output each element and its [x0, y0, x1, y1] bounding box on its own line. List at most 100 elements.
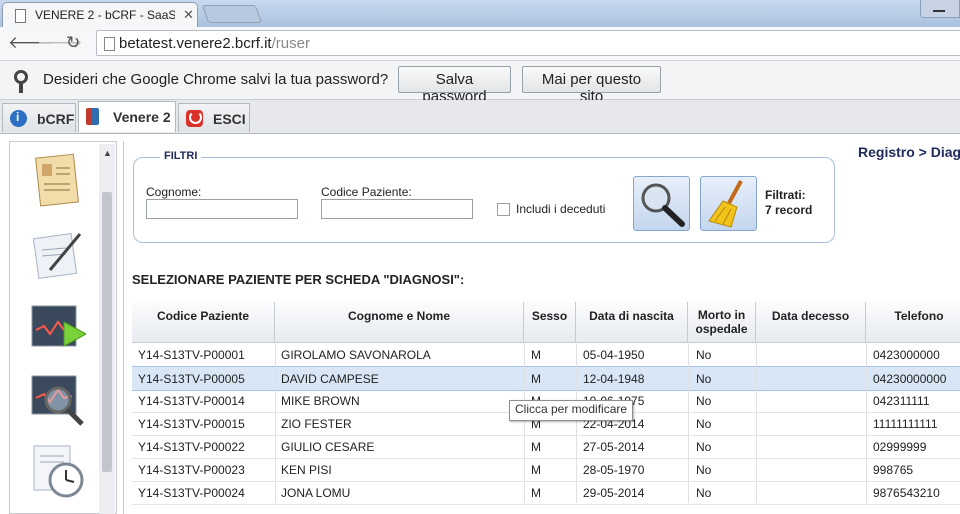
- url-text: betatest.venere2.bcrf.it/ruser: [119, 35, 310, 52]
- table-cell: Y14-S13TV-P00005: [138, 372, 245, 386]
- password-infobar: Desideri che Google Chrome salvi la tua …: [0, 61, 960, 105]
- table-cell: M: [531, 348, 541, 362]
- browser-toolbar: 🡐 🡒 ↻ betatest.venere2.bcrf.it/ruser: [0, 27, 960, 61]
- tooltip: Clicca per modificare: [509, 400, 634, 421]
- col-header-birthdate[interactable]: Data di nascita: [576, 302, 688, 342]
- page-icon: [104, 37, 115, 51]
- schedule-clock-icon[interactable]: [30, 444, 86, 500]
- browser-tab-strip: VENERE 2 - bCRF - SaaS ap ✕: [0, 0, 960, 27]
- table-cell: Y14-S13TV-P00023: [138, 463, 245, 477]
- table-cell: 04230000000: [873, 372, 947, 386]
- scrollbar-thumb[interactable]: [102, 192, 112, 472]
- table-cell: M: [531, 440, 541, 454]
- table-cell: No: [696, 463, 712, 477]
- table-cell: No: [696, 486, 712, 500]
- address-bar[interactable]: betatest.venere2.bcrf.it/ruser: [96, 30, 960, 56]
- table-cell: No: [696, 348, 712, 362]
- table-cell: JONA LOMU: [281, 486, 351, 500]
- breadcrumb: Registro > Diag: [858, 144, 960, 160]
- search-button[interactable]: [633, 176, 690, 231]
- table-cell: ZIO FESTER: [281, 417, 352, 431]
- table-cell: M: [531, 463, 541, 477]
- table-cell: No: [696, 394, 712, 408]
- col-header-death-date[interactable]: Data decesso: [756, 302, 866, 342]
- table-cell: 28-05-1970: [583, 463, 645, 477]
- table-cell: Y14-S13TV-P00022: [138, 440, 245, 454]
- column-divider: [576, 342, 577, 503]
- table-cell: 27-05-2014: [583, 440, 645, 454]
- table-cell: GIULIO CESARE: [281, 440, 375, 454]
- new-tab-button[interactable]: [201, 5, 263, 23]
- table-cell: 0423000000: [873, 348, 940, 362]
- browser-tab-title: VENERE 2 - bCRF - SaaS ap: [35, 8, 175, 22]
- app-tab-bar: i bCRF Venere 2 ESCI: [0, 100, 960, 134]
- table-cell: M: [531, 372, 541, 386]
- table-cell: DAVID CAMPESE: [281, 372, 379, 386]
- table-row[interactable]: Y14-S13TV-P00022 GIULIO CESARE M 27-05-2014…: [132, 435, 960, 459]
- info-icon: i: [10, 110, 27, 127]
- table-cell: No: [696, 440, 712, 454]
- tab-venere2[interactable]: Venere 2: [78, 101, 176, 132]
- book-icon: [86, 108, 99, 125]
- close-tab-icon[interactable]: ✕: [183, 7, 194, 23]
- col-header-sex[interactable]: Sesso: [524, 302, 576, 342]
- table-cell: MIKE BROWN: [281, 394, 360, 408]
- table-cell: 11111111111: [873, 417, 938, 431]
- selection-title: SELEZIONARE PAZIENTE PER SCHEDA "DIAGNOS…: [132, 272, 465, 287]
- table-cell: M: [531, 486, 541, 500]
- table-cell: Y14-S13TV-P00024: [138, 486, 245, 500]
- filter-legend: FILTRI: [160, 150, 202, 162]
- table-row[interactable]: Y14-S13TV-P00005 DAVID CAMPESE M 12-04-1948…: [132, 366, 960, 391]
- sign-document-icon[interactable]: [30, 226, 86, 282]
- clear-filters-button[interactable]: [700, 176, 757, 231]
- col-header-code[interactable]: Codice Paziente: [132, 302, 275, 342]
- table-cell: 05-04-1950: [583, 348, 645, 362]
- password-message: Desideri che Google Chrome salvi la tua …: [43, 71, 389, 88]
- filtered-label: Filtrati:: [765, 188, 806, 202]
- patient-code-input[interactable]: [321, 199, 473, 219]
- filtered-count: 7 record: [765, 203, 813, 217]
- minimize-window-button[interactable]: [920, 0, 960, 18]
- save-password-button[interactable]: Salva password: [398, 66, 511, 105]
- table-cell: 998765: [873, 463, 914, 477]
- monitor-play-icon[interactable]: [30, 300, 88, 356]
- table-cell: 29-05-2014: [583, 486, 645, 500]
- table-cell: No: [696, 372, 712, 386]
- table-cell: Y14-S13TV-P00015: [138, 417, 245, 431]
- surname-label: Cognome:: [146, 185, 202, 199]
- browser-tab[interactable]: VENERE 2 - bCRF - SaaS ap ✕: [2, 2, 198, 27]
- include-deceased-checkbox[interactable]: [497, 203, 510, 216]
- scroll-up-icon[interactable]: ▲: [103, 148, 112, 158]
- col-header-died-hospital[interactable]: Morto in ospedale: [688, 302, 756, 342]
- tab-esci[interactable]: ESCI: [178, 103, 250, 132]
- broom-icon: [708, 180, 743, 228]
- patient-code-label: Codice Paziente:: [321, 185, 412, 199]
- column-divider: [275, 342, 276, 503]
- table-cell: Y14-S13TV-P00014: [138, 394, 245, 408]
- table-cell: Y14-S13TV-P00001: [138, 348, 245, 362]
- column-divider: [688, 342, 689, 503]
- tab-bcrf[interactable]: i bCRF: [2, 103, 76, 132]
- table-row[interactable]: Y14-S13TV-P00001 GIROLAMO SAVONAROLA M 05-0…: [132, 343, 960, 367]
- table-cell: 9876543210: [873, 486, 940, 500]
- column-divider: [524, 342, 525, 503]
- never-for-site-button[interactable]: Mai per questo sito: [522, 66, 661, 105]
- key-icon: [14, 70, 28, 84]
- reload-icon[interactable]: ↻: [66, 33, 80, 53]
- column-divider: [866, 342, 867, 503]
- table-cell: KEN PISI: [281, 463, 332, 477]
- include-deceased-label: Includi i deceduti: [516, 202, 606, 216]
- table-row[interactable]: Y14-S13TV-P00023 KEN PISI M 28-05-1970 No 998…: [132, 458, 960, 482]
- table-cell: 02999999: [873, 440, 927, 454]
- power-icon: [186, 110, 203, 127]
- table-cell: 12-04-1948: [583, 372, 645, 386]
- patient-record-icon[interactable]: [30, 152, 86, 208]
- table-cell: No: [696, 417, 712, 431]
- table-cell: 042311111: [873, 394, 930, 408]
- table-row[interactable]: Y14-S13TV-P00024 JONA LOMU M 29-05-2014 No 98…: [132, 481, 960, 505]
- monitor-search-icon[interactable]: [30, 372, 86, 428]
- surname-input[interactable]: [146, 199, 298, 219]
- left-panel-scrollbar[interactable]: ▲: [99, 144, 115, 514]
- col-header-name[interactable]: Cognome e Nome: [275, 302, 524, 342]
- col-header-phone[interactable]: Telefono: [866, 302, 960, 342]
